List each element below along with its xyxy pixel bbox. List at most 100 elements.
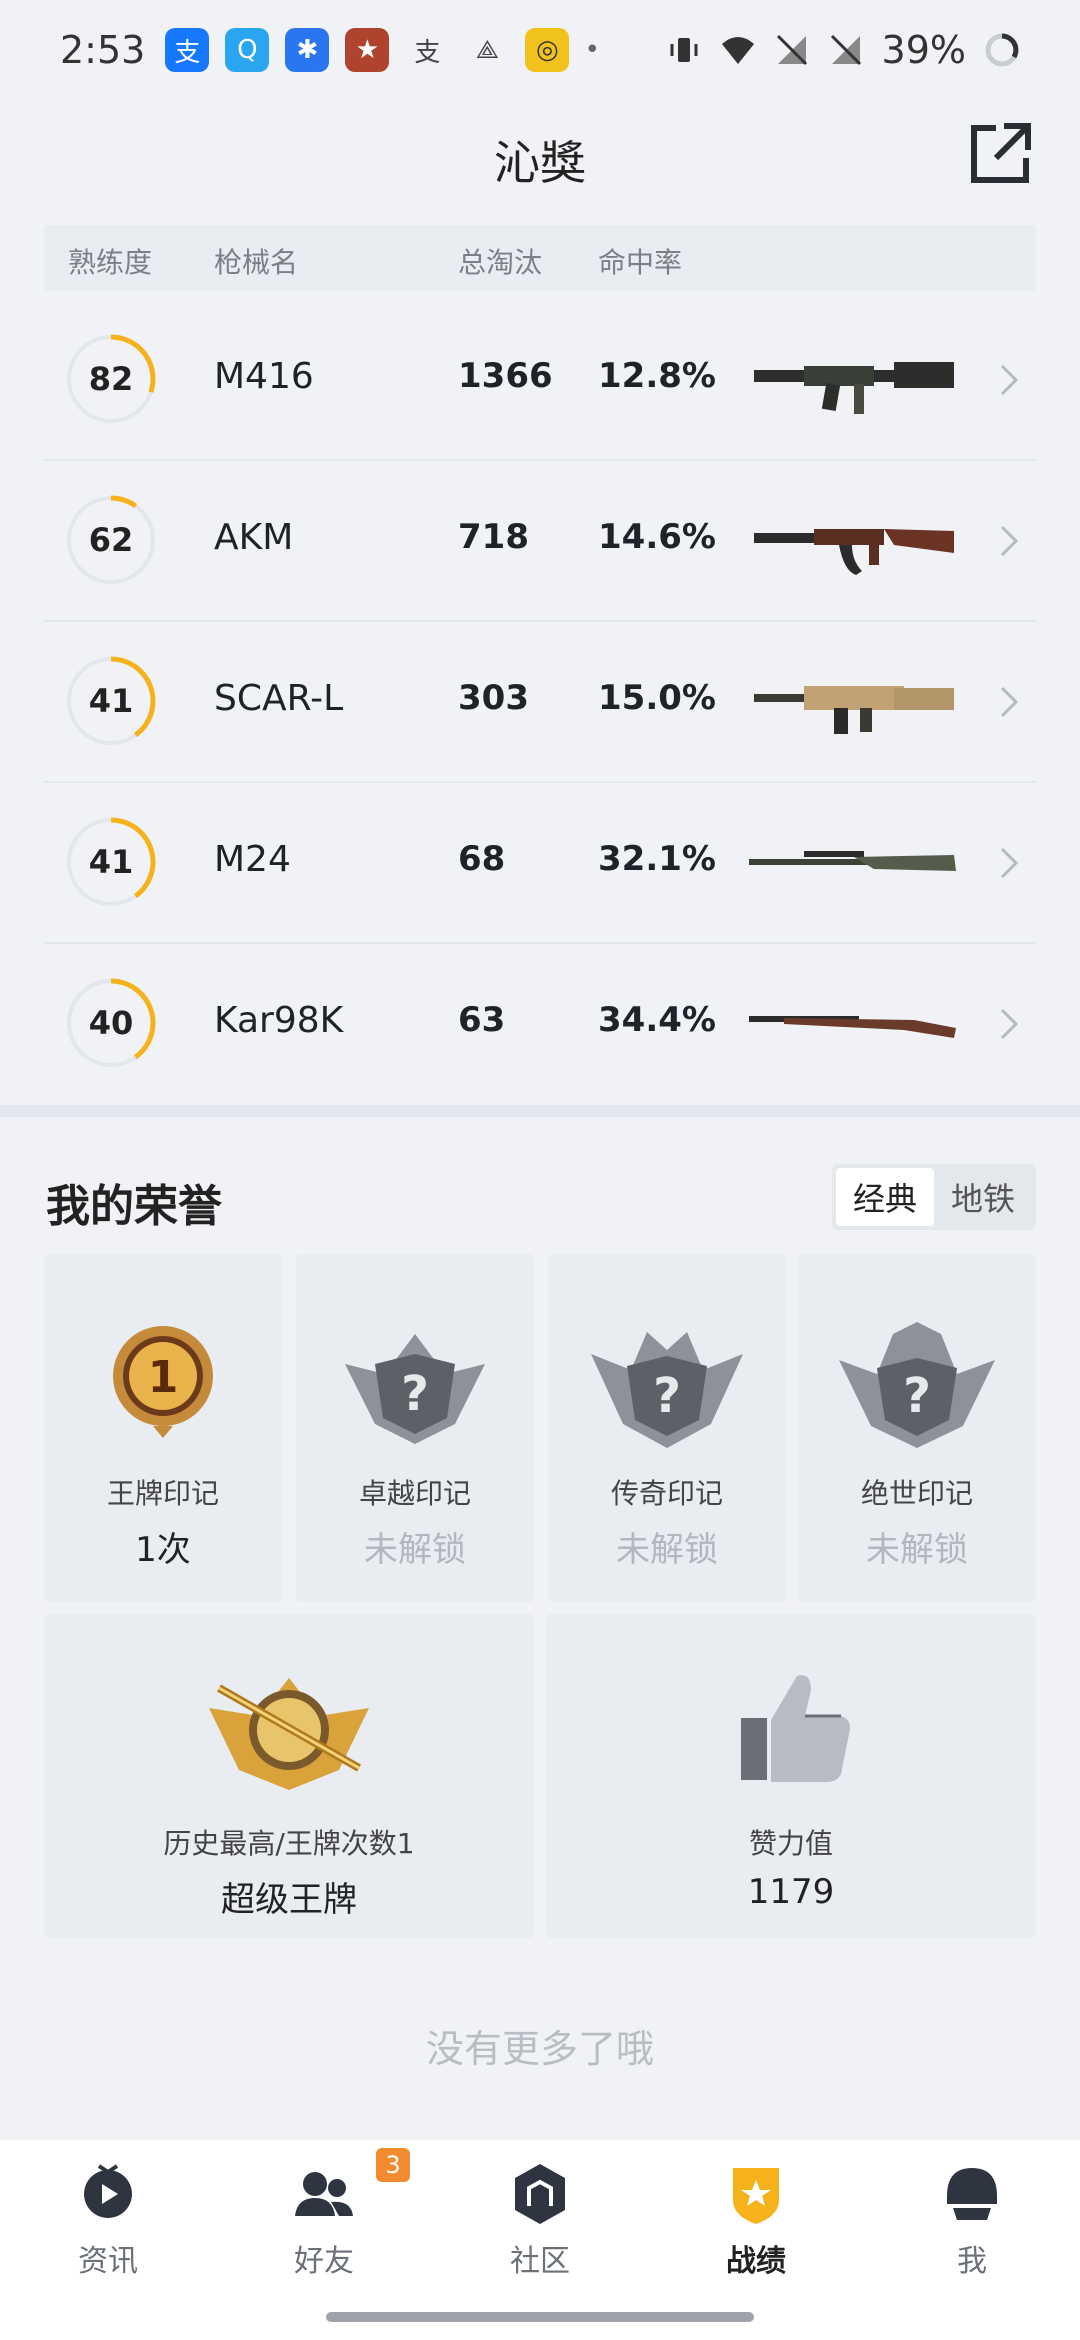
tab-metro[interactable]: 地铁 xyxy=(934,1168,1032,1226)
chevron-right-icon xyxy=(1000,847,1019,879)
share-app-icon: ⟁ xyxy=(475,34,499,65)
notification-icons: 支 Q ✱ ★ 支 ⟁ ◎ • xyxy=(165,28,600,72)
highest-tier-value: 超级王牌 xyxy=(221,1880,357,1920)
nav-label: 好友 xyxy=(294,2244,354,2279)
page-header: 沁獎 xyxy=(0,100,1080,220)
wifi-icon xyxy=(721,37,754,64)
m24-sniper-icon xyxy=(749,851,956,871)
proficiency-value: 41 xyxy=(88,843,134,881)
gun-kills: 68 xyxy=(458,839,506,879)
col-proficiency: 熟练度 xyxy=(68,246,153,279)
weapon-row[interactable]: 82 M416 1366 12.8% xyxy=(44,300,1036,461)
gun-hit-rate: 32.1% xyxy=(598,839,716,879)
gun-name: M416 xyxy=(214,356,314,397)
alipay-mini-icon: 支 xyxy=(414,37,441,68)
honor-value: 未解锁 xyxy=(866,1530,968,1570)
chevron-right-icon xyxy=(1000,364,1019,396)
nav-friends[interactable]: 3 好友 xyxy=(216,2140,432,2340)
honor-value: 1次 xyxy=(135,1530,191,1570)
gun-hit-rate: 14.6% xyxy=(598,517,716,557)
honor-label: 绝世印记 xyxy=(860,1477,973,1510)
gun-name: AKM xyxy=(214,517,294,558)
battery-ring-icon xyxy=(985,33,1019,67)
battery-percent: 39% xyxy=(881,28,966,72)
scar-l-rifle-icon xyxy=(754,686,954,734)
gun-hit-rate: 34.4% xyxy=(598,1000,716,1040)
nav-label: 社区 xyxy=(510,2244,570,2279)
proficiency-value: 62 xyxy=(88,521,134,559)
nav-news[interactable]: 资讯 xyxy=(0,2140,216,2340)
honor-card-legend[interactable]: ? 传奇印记 未解锁 xyxy=(548,1254,786,1602)
nav-me[interactable]: 我 xyxy=(864,2140,1080,2340)
qq-icon: Q xyxy=(225,28,270,72)
locked-excellence-icon: ? xyxy=(345,1334,485,1444)
friends-icon xyxy=(295,2172,353,2216)
nav-label: 我 xyxy=(957,2244,987,2279)
proficiency-value: 82 xyxy=(88,360,134,398)
share-icon[interactable] xyxy=(966,118,1036,188)
col-gun-name: 枪械名 xyxy=(214,246,299,279)
super-ace-emblem-icon xyxy=(209,1678,369,1790)
col-total-kills: 总淘汰 xyxy=(458,246,543,279)
locked-legend-icon: ? xyxy=(591,1332,743,1448)
weapon-row[interactable]: 41 SCAR-L 303 15.0% xyxy=(44,622,1036,783)
akm-rifle-icon xyxy=(754,529,954,575)
thumbs-up-icon xyxy=(741,1675,850,1782)
record-icon xyxy=(733,2168,779,2224)
gun-kills: 718 xyxy=(458,517,529,557)
tab-classic[interactable]: 经典 xyxy=(836,1168,934,1226)
chevron-right-icon xyxy=(1000,1008,1019,1040)
honor-value: 未解锁 xyxy=(616,1530,718,1570)
community-icon xyxy=(515,2164,565,2224)
gun-kills: 63 xyxy=(458,1000,506,1040)
nav-community[interactable]: 社区 xyxy=(432,2140,648,2340)
gun-kills: 303 xyxy=(458,678,529,718)
honor-label: 卓越印记 xyxy=(358,1477,471,1510)
signal-off-icon-2 xyxy=(830,34,861,66)
gun-hit-rate: 15.0% xyxy=(598,678,716,718)
highest-tier-label: 历史最高/王牌次数1 xyxy=(163,1827,415,1860)
m416-rifle-icon xyxy=(754,362,954,414)
honor-card-likes[interactable]: 赞力值 1179 xyxy=(546,1614,1036,1938)
svg-text:?: ? xyxy=(653,1368,681,1424)
honor-value: 未解锁 xyxy=(364,1530,466,1570)
honor-card-peerless[interactable]: ? 绝世印记 未解锁 xyxy=(798,1254,1036,1602)
honor-card-highest-tier[interactable]: 历史最高/王牌次数1 超级王牌 xyxy=(44,1614,534,1938)
profile-icon xyxy=(947,2168,997,2220)
proficiency-value: 40 xyxy=(88,1004,134,1042)
chat-app-icon: ✱ xyxy=(285,28,330,72)
kar98k-rifle-icon xyxy=(749,1016,956,1038)
gun-name: SCAR-L xyxy=(214,678,344,719)
gun-name: M24 xyxy=(214,839,291,880)
signal-off-icon xyxy=(776,34,807,66)
weapon-row[interactable]: 62 AKM 718 14.6% xyxy=(44,461,1036,622)
svg-text:?: ? xyxy=(903,1368,931,1424)
gun-hit-rate: 12.8% xyxy=(598,356,716,396)
honor-section-title: 我的荣誉 xyxy=(46,1181,222,1232)
svg-text:?: ? xyxy=(401,1366,429,1422)
game-app-icon: ★ xyxy=(345,28,390,72)
bottom-nav: 资讯 3 好友 社区 战绩 我 xyxy=(0,2140,1080,2340)
home-indicator[interactable] xyxy=(326,2312,754,2322)
honor-card-ace[interactable]: 1 王牌印记 1次 xyxy=(44,1254,282,1602)
weapon-row[interactable]: 41 M24 68 32.1% xyxy=(44,783,1036,944)
alipay-icon: 支 xyxy=(165,28,210,72)
news-icon xyxy=(84,2164,132,2218)
nav-records[interactable]: 战绩 xyxy=(648,2140,864,2340)
page-title: 沁獎 xyxy=(494,136,586,190)
weapon-row[interactable]: 40 Kar98K 63 34.4% xyxy=(44,944,1036,1105)
chevron-right-icon xyxy=(1000,525,1019,557)
status-time: 2:53 xyxy=(60,28,146,72)
weapon-table-header: 熟练度 枪械名 总淘汰 命中率 xyxy=(44,225,1036,291)
friends-notification-badge: 3 xyxy=(376,2148,410,2182)
nav-label: 资讯 xyxy=(78,2244,138,2279)
wallet-app-icon: ◎ xyxy=(525,28,570,72)
ace-medal-icon: 1 xyxy=(113,1326,213,1438)
col-hit-rate: 命中率 xyxy=(598,246,683,279)
honor-card-excellence[interactable]: ? 卓越印记 未解锁 xyxy=(296,1254,534,1602)
gun-kills: 1366 xyxy=(458,356,553,396)
likes-label: 赞力值 xyxy=(748,1827,833,1860)
nav-label: 战绩 xyxy=(726,2244,786,2279)
locked-peerless-icon: ? xyxy=(839,1322,995,1448)
weapon-list: 82 M416 1366 12.8% 62 AKM 718 14.6% 41 S… xyxy=(44,300,1036,1105)
